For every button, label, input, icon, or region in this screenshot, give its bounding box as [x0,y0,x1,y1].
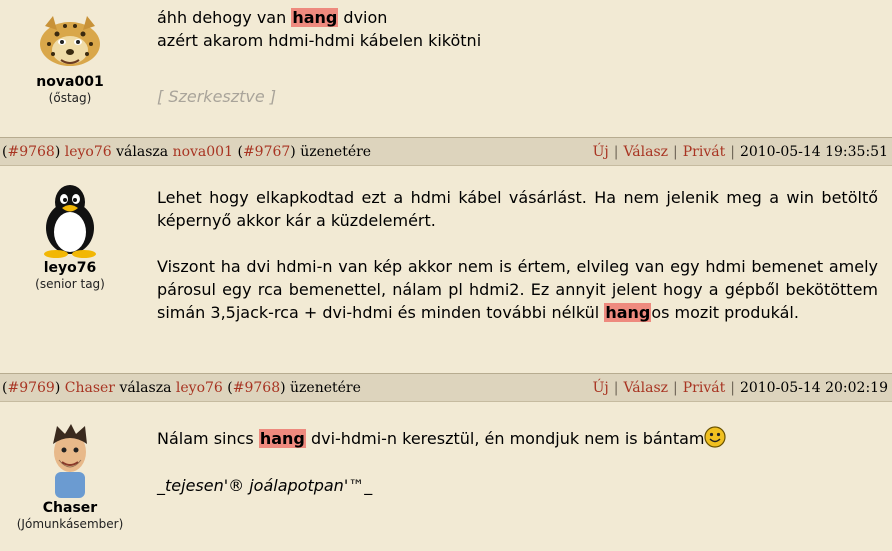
post-9767: nova001 (őstag) áhh dehogy van hang dvio… [0,0,892,137]
post-header: (#9768) leyo76 válasza nova001 (#9767) ü… [0,137,892,166]
reply-to-post-link[interactable]: #9768 [233,380,280,396]
divider: | [613,144,619,160]
post-id-link[interactable]: #9768 [7,144,54,160]
private-message-button[interactable]: Privát [683,380,725,396]
search-highlight: hang [604,303,652,322]
author-link[interactable]: Chaser [65,380,115,396]
post-actions: Új | Válasz | Privát | 2010-05-14 20:02:19 [593,374,888,403]
avatar-leopard-icon [40,16,100,66]
reply-to-post-link[interactable]: #9767 [243,144,290,160]
reply-to-author-link[interactable]: nova001 [173,144,233,160]
post-9768: (#9768) leyo76 válasza nova001 (#9767) ü… [0,137,892,373]
author-name[interactable]: leyo76 [0,260,140,276]
divider: | [673,144,678,160]
reply-suffix: üzenetére [300,144,372,160]
new-button[interactable]: Új [593,380,609,396]
post-content: Lehet hogy elkapkodtad ezt a hdmi kábel … [157,186,878,324]
post-paragraph: Lehet hogy elkapkodtad ezt a hdmi kábel … [157,188,878,230]
divider: | [613,380,619,396]
post-body: leyo76 (senior tag) Lehet hogy elkapkodt… [0,166,892,373]
post-content: áhh dehogy van hang dvion azért akarom h… [157,6,878,108]
post-actions: Új | Válasz | Privát | 2010-05-14 19:35:51 [593,138,888,167]
new-button[interactable]: Új [593,144,609,160]
post-date: 2010-05-14 19:35:51 [739,144,888,160]
post-paragraph: Viszont ha dvi hdmi-n van kép akkor nem … [157,257,878,322]
author-rank: (Jómunkásember) [16,517,124,531]
edited-link[interactable]: [ Szerkesztve ] [157,85,878,108]
signature: _tejesen'® joálapotpan'™_ [157,476,373,495]
divider: | [730,144,735,160]
post-9769: (#9769) Chaser válasza leyo76 (#9768) üz… [0,373,892,551]
search-highlight: hang [258,429,306,448]
author-name[interactable]: nova001 [0,74,140,90]
divider: | [673,380,678,396]
reply-word: válasza [119,380,172,396]
post-date: 2010-05-14 20:02:19 [739,380,888,396]
author-rank: (senior tag) [35,277,105,291]
reply-word: válasza [116,144,169,160]
post-body: nova001 (őstag) áhh dehogy van hang dvio… [0,0,892,137]
post-id-link[interactable]: #9769 [7,380,54,396]
reply-suffix: üzenetére [290,380,361,396]
author-name[interactable]: Chaser [0,500,140,516]
author-block: leyo76 (senior tag) [0,182,140,291]
reply-button[interactable]: Válasz [623,144,668,160]
avatar-cartoon-man-icon [53,424,87,498]
post-body: Chaser (Jómunkásember) Nálam sincs hang … [0,402,892,551]
post-content: Nálam sincs hang dvi-hdmi-n keresztül, é… [157,426,878,497]
search-highlight: hang [291,8,339,27]
smiley-icon [704,426,727,448]
post-header: (#9769) Chaser válasza leyo76 (#9768) üz… [0,373,892,402]
author-link[interactable]: leyo76 [65,144,112,160]
author-block: nova001 (őstag) [0,12,140,105]
reply-info: (#9769) Chaser válasza leyo76 (#9768) üz… [2,380,361,396]
post-line: áhh dehogy van hang dvion [157,8,388,27]
private-message-button[interactable]: Privát [683,144,725,160]
reply-info: (#9768) leyo76 válasza nova001 (#9767) ü… [2,144,372,160]
author-block: Chaser (Jómunkásember) [0,422,140,531]
avatar-tux-icon [44,185,96,258]
reply-to-author-link[interactable]: leyo76 [176,380,223,396]
divider: | [730,380,735,396]
post-line: Nálam sincs hang dvi-hdmi-n keresztül, é… [157,426,878,450]
post-line: azért akarom hdmi-hdmi kábelen kikötni [157,31,482,50]
reply-button[interactable]: Válasz [623,380,668,396]
author-rank: (őstag) [48,91,92,105]
